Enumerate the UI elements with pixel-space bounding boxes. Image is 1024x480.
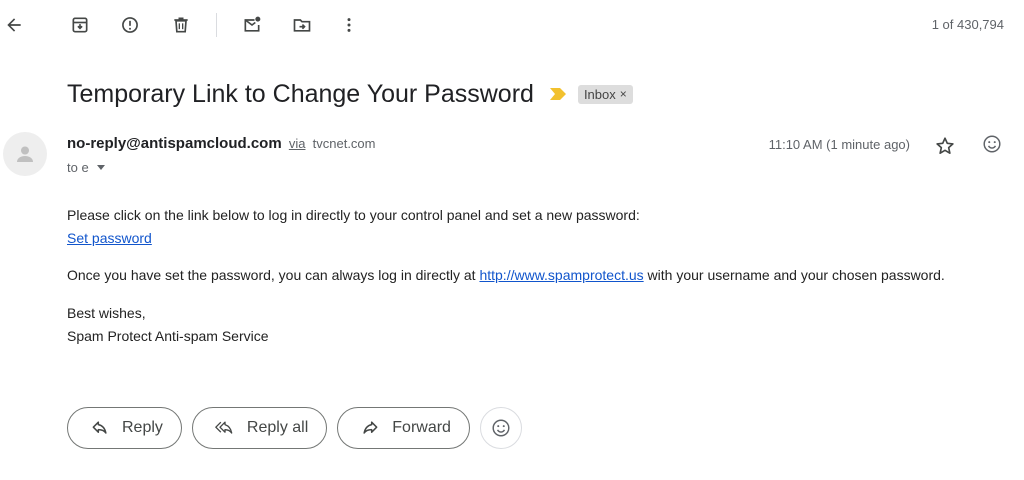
spamprotect-link[interactable]: http://www.spamprotect.us [479, 267, 643, 283]
toolbar: 1 of 430,794 [0, 0, 1024, 50]
forward-button[interactable]: Forward [337, 407, 470, 449]
body-line-3-start: Once you have set the password, you can … [67, 267, 480, 283]
remove-label-icon[interactable]: × [620, 87, 627, 101]
reply-icon [92, 421, 107, 434]
recipient-text: to e [67, 160, 89, 175]
reply-label: Reply [122, 419, 163, 436]
chevron-down-icon[interactable] [96, 165, 105, 170]
avatar[interactable] [3, 132, 47, 176]
more-vert-icon[interactable] [337, 13, 361, 37]
emoji-reaction-button[interactable] [479, 407, 522, 449]
body-line-2: Set password [67, 228, 152, 248]
toolbar-divider [216, 13, 217, 37]
forward-icon [363, 421, 378, 434]
emoji-icon [492, 419, 510, 437]
back-arrow-icon[interactable] [2, 13, 26, 37]
importance-marker-icon[interactable] [549, 88, 566, 100]
mark-unread-icon[interactable] [240, 13, 264, 37]
reply-button[interactable]: Reply [67, 407, 182, 449]
reply-all-icon [215, 421, 233, 434]
add-reaction-icon[interactable] [981, 133, 1003, 155]
signature-line-1: Best wishes, [67, 305, 146, 321]
body-line-3: Once you have set the password, you can … [67, 265, 945, 285]
subject-row: Temporary Link to Change Your Password I… [67, 76, 633, 112]
email-subject: Temporary Link to Change Your Password [67, 79, 534, 108]
via-link[interactable]: via [289, 136, 306, 151]
via-domain: tvcnet.com [312, 136, 376, 151]
inbox-label: Inbox × [577, 84, 633, 104]
body-line-1: Please click on the link below to log in… [67, 207, 640, 223]
archive-icon[interactable] [68, 13, 92, 37]
sender-address[interactable]: no-reply@antispamcloud.com [67, 135, 282, 152]
sender-line: no-reply@antispamcloud.com via tvcnet.co… [67, 135, 376, 152]
star-icon[interactable] [934, 135, 956, 157]
set-password-link[interactable]: Set password [67, 230, 152, 246]
email-timestamp: 11:10 AM (1 minute ago) [768, 137, 910, 152]
body-line-3-end: with your username and your chosen passw… [643, 267, 945, 283]
signature-line-2: Spam Protect Anti-spam Service [67, 328, 269, 344]
recipient-details-toggle[interactable]: to e [67, 160, 105, 175]
message-counter: 1 of 430,794 [931, 17, 1004, 32]
report-spam-icon[interactable] [118, 13, 142, 37]
forward-label: Forward [392, 419, 451, 436]
reply-actions: Reply Reply all Forward [67, 407, 522, 449]
reply-all-button[interactable]: Reply all [191, 407, 328, 449]
inbox-label-text: Inbox [583, 86, 616, 102]
reply-all-label: Reply all [246, 419, 309, 436]
move-to-icon[interactable] [290, 13, 314, 37]
delete-icon[interactable] [169, 13, 193, 37]
